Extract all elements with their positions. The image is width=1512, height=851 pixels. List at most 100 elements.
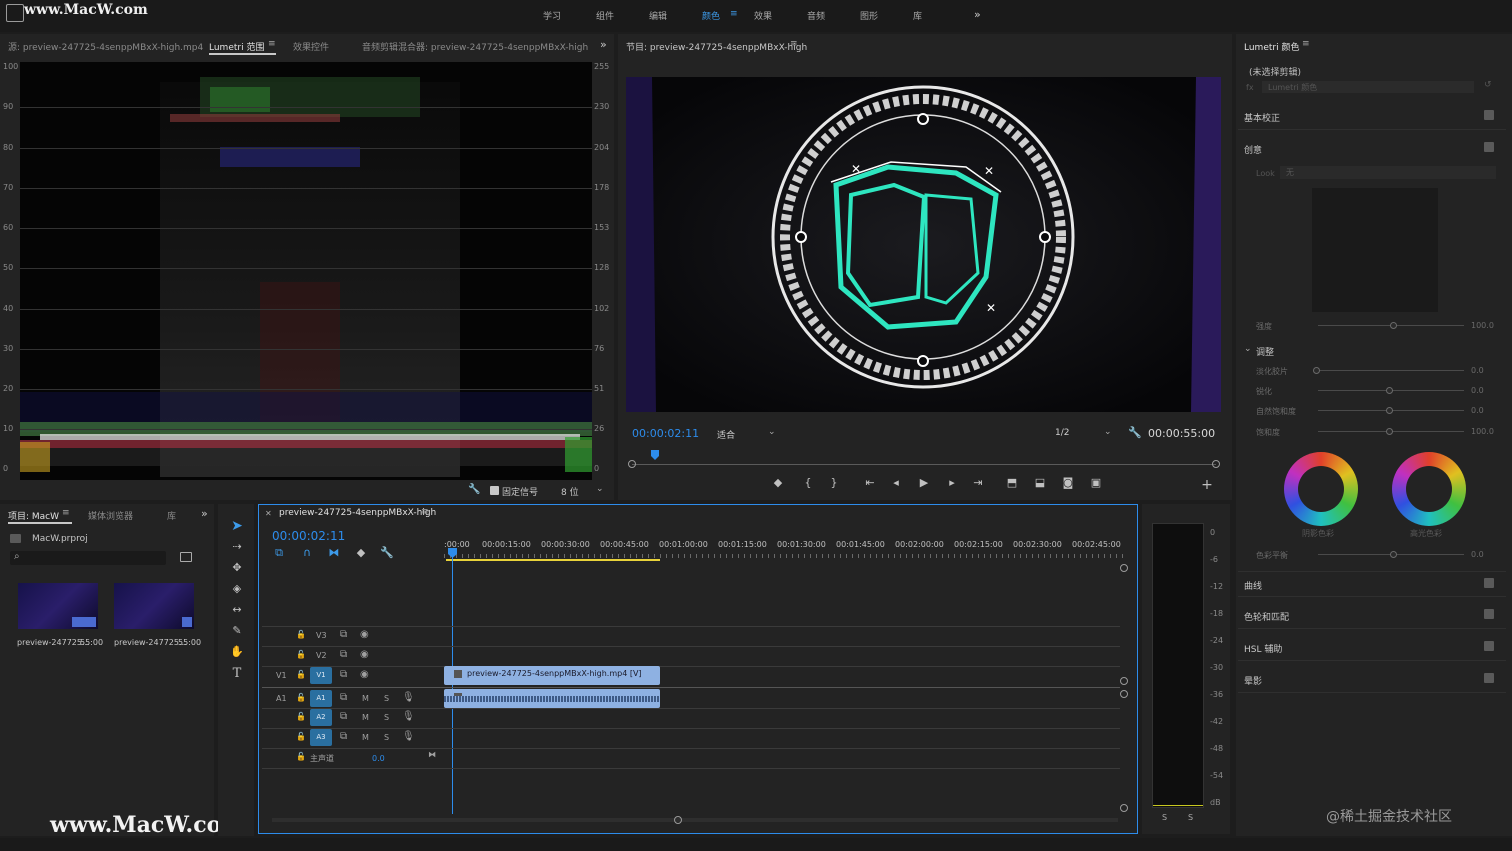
export-frame-icon[interactable]: ◙ [1060,476,1076,490]
timeline-menu-icon[interactable]: ≡ [421,507,429,517]
solo-button[interactable]: S [384,713,389,722]
slider-color-balance[interactable]: 色彩平衡 0.0 [1256,548,1506,564]
source-patch[interactable]: V1 [276,671,287,680]
step-forward-icon[interactable]: ▸ [944,476,960,490]
lock-icon[interactable]: 🔓 [296,732,306,741]
bit-depth-select[interactable]: 8 位 [561,485,579,498]
button-editor-plus-icon[interactable]: + [1200,478,1214,492]
lumetri-menu-icon[interactable]: ≡ [1302,39,1310,49]
meter-solo-button[interactable]: S [1162,813,1167,822]
wrench-icon[interactable]: 🔧 [468,484,480,495]
solo-button[interactable]: S [384,694,389,703]
slider-value[interactable]: 100.0 [1471,321,1494,330]
slider-adjust[interactable]: 锐化 0.0 [1256,384,1506,400]
track-target-toggle[interactable]: A2 [310,709,332,726]
audio-clip[interactable] [444,689,660,708]
program-timecode[interactable]: 00:00:02:11 [632,427,699,440]
slider-value[interactable]: 0.0 [1471,406,1484,415]
lock-icon[interactable]: 🔓 [296,670,306,679]
workspace-tab-assembly[interactable]: 组件 [596,9,614,22]
eye-icon[interactable]: ◉ [360,669,369,680]
mute-button[interactable]: M [362,694,369,703]
scrubber-track[interactable] [632,464,1216,465]
project-item[interactable]: preview-247725... 55:00 [112,583,201,653]
section-basic-correction[interactable]: 基本校正 [1238,104,1506,130]
source-patch[interactable]: A1 [276,694,287,703]
extract-icon[interactable]: ⬓ [1032,476,1048,490]
meter-solo-button[interactable]: S [1188,813,1193,822]
workspace-overflow-button[interactable]: » [974,8,981,21]
sync-lock-icon[interactable]: ⧉ [340,649,347,660]
master-volume[interactable]: 0.0 [372,754,385,763]
workspace-tab-effects[interactable]: 效果 [754,9,772,22]
look-select[interactable]: 无 [1280,166,1496,179]
selection-tool-icon[interactable]: ➤ [228,519,246,533]
nest-icon[interactable]: ⧉ [272,546,286,560]
slip-tool-icon[interactable]: ↔ [228,603,246,617]
section-enable-checkbox[interactable] [1484,578,1494,588]
slider-value[interactable]: 100.0 [1471,427,1494,436]
track-target-toggle[interactable]: A1 [310,690,332,707]
chevron-down-icon[interactable]: ⌄ [768,427,776,437]
section-enable-checkbox[interactable] [1484,609,1494,619]
go-to-start-icon[interactable]: ⧓ [428,750,436,759]
tab-libraries[interactable]: 库 [167,509,176,522]
section-enable-checkbox[interactable] [1484,641,1494,651]
workspace-tab-libraries[interactable]: 库 [913,9,922,22]
step-back-icon[interactable]: ◂ [888,476,904,490]
workspace-tab-audio[interactable]: 音频 [807,9,825,22]
timeline-settings-wrench-icon[interactable]: 🔧 [380,546,394,560]
mark-out-icon[interactable]: } [826,476,842,490]
microphone-icon[interactable]: 🎙 [402,711,415,722]
fit-select[interactable]: 适合 [717,428,735,441]
ripple-edit-tool-icon[interactable]: ✥ [228,561,246,575]
mark-in-icon[interactable]: { [800,476,816,490]
vertical-scroll-handle[interactable] [1120,564,1128,572]
linked-selection-icon[interactable]: ⧓ [327,546,341,560]
lift-icon[interactable]: ⬒ [1004,476,1020,490]
mute-button[interactable]: M [362,713,369,722]
track-select-tool-icon[interactable]: ⇢ [228,540,246,554]
slider-value[interactable]: 0.0 [1471,386,1484,395]
slider-knob[interactable] [1386,387,1393,394]
section-enable-checkbox[interactable] [1484,142,1494,152]
program-scrubber[interactable] [628,450,1220,468]
add-marker-icon[interactable]: ◆ [770,476,786,490]
timeline-timecode[interactable]: 00:00:02:11 [272,529,345,543]
highlight-tint-wheel[interactable] [1392,452,1466,526]
adjust-label[interactable]: 调整 [1256,345,1274,358]
section-enable-checkbox[interactable] [1484,110,1494,120]
pen-tool-icon[interactable]: ✎ [228,624,246,638]
section-curves[interactable]: 曲线 [1238,571,1506,597]
sync-lock-icon[interactable]: ⧉ [340,731,347,742]
scroll-handle[interactable] [674,816,682,824]
slider-adjust[interactable]: 饱和度 100.0 [1256,425,1506,441]
chevron-down-icon[interactable]: ⌄ [1104,427,1112,437]
slider-knob[interactable] [1386,428,1393,435]
workspace-menu-icon[interactable]: ≡ [730,9,738,19]
tab-effect-controls[interactable]: 效果控件 [293,40,329,53]
slider-knob[interactable] [1390,551,1397,558]
lock-icon[interactable]: 🔓 [296,693,306,702]
tab-source[interactable]: 源: preview-247725-4senppMBxX-high.mp4 [8,40,203,53]
sync-lock-icon[interactable]: ⧉ [340,669,347,680]
slider-track[interactable] [1318,370,1464,371]
project-item[interactable]: preview-247725... 55:00 [16,583,103,653]
horizontal-scrollbar[interactable] [272,816,1118,824]
slider-value[interactable]: 0.0 [1471,550,1484,559]
shadow-tint-wheel[interactable] [1284,452,1358,526]
section-hsl-secondary[interactable]: HSL 辅助 [1238,635,1506,661]
solo-button[interactable]: S [384,733,389,742]
vertical-scroll-handle[interactable] [1120,804,1128,812]
video-clip[interactable]: preview-247725-4senppMBxX-high.mp4 [V] [444,666,660,685]
vertical-scroll-handle[interactable] [1120,690,1128,698]
clamp-checkbox[interactable] [490,486,499,495]
sync-lock-icon[interactable]: ⧉ [340,692,347,703]
home-icon[interactable] [6,4,24,22]
razor-tool-icon[interactable]: ◈ [228,582,246,596]
panel-overflow-icon[interactable]: » [201,507,208,520]
vertical-scroll-handle[interactable] [1120,677,1128,685]
new-bin-icon[interactable] [180,552,192,562]
sync-lock-icon[interactable]: ⧉ [340,629,347,640]
sync-lock-icon[interactable]: ⧉ [340,711,347,722]
